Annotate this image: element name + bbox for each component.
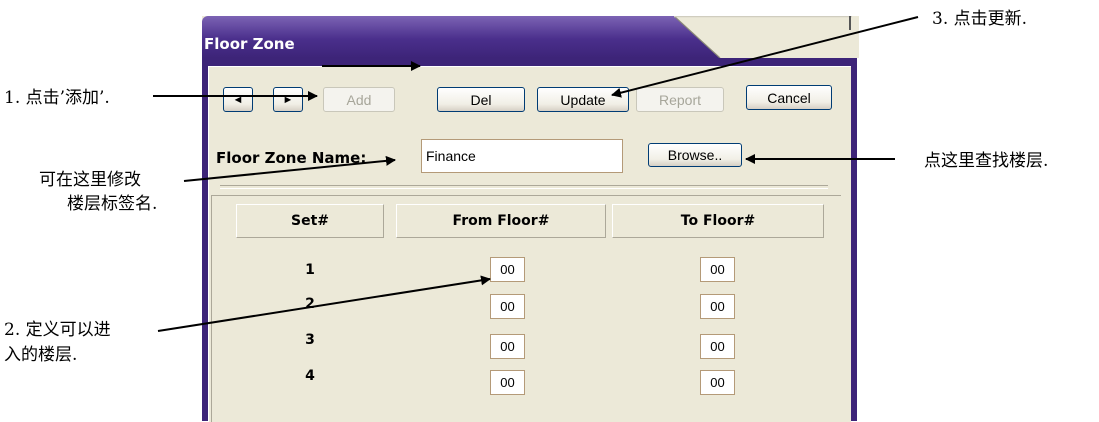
set-number: 4 xyxy=(305,368,315,384)
report-button[interactable]: Report xyxy=(636,87,724,112)
set-number: 2 xyxy=(305,296,315,312)
update-button[interactable]: Update xyxy=(537,87,629,112)
from-floor-input[interactable]: 00 xyxy=(490,294,525,319)
annotation-step2-line2: 入的楼层. xyxy=(4,345,78,365)
to-floor-input[interactable]: 00 xyxy=(700,257,735,282)
window-title: Floor Zone xyxy=(204,35,295,53)
annotation-rename-line2: 楼层标签名. xyxy=(67,194,158,214)
annotation-browse-hint: 点这里查找楼层. xyxy=(924,151,1049,171)
section-divider xyxy=(220,185,828,189)
arrow-right-icon: ► xyxy=(282,93,294,106)
browse-button[interactable]: Browse.. xyxy=(648,143,742,167)
column-header-set: Set# xyxy=(236,204,384,238)
arrow-left-icon: ◄ xyxy=(232,93,244,106)
zone-name-input[interactable]: Finance xyxy=(421,139,623,173)
from-floor-input[interactable]: 00 xyxy=(490,334,525,359)
prev-button[interactable]: ◄ xyxy=(223,87,253,112)
del-button[interactable]: Del xyxy=(437,87,525,112)
column-header-from-floor: From Floor# xyxy=(396,204,606,238)
to-floor-input[interactable]: 00 xyxy=(700,294,735,319)
annotation-rename-line1: 可在这里修改 xyxy=(39,170,141,190)
from-floor-input[interactable]: 00 xyxy=(490,257,525,282)
zone-name-label: Floor Zone Name: xyxy=(216,149,367,167)
annotation-step1: 1. 点击’添加’. xyxy=(4,88,110,108)
next-button[interactable]: ► xyxy=(273,87,303,112)
set-number: 1 xyxy=(305,262,315,278)
add-button[interactable]: Add xyxy=(323,87,395,112)
annotation-step3: 3. 点击更新. xyxy=(932,9,1028,29)
to-floor-input[interactable]: 00 xyxy=(700,370,735,395)
cancel-button[interactable]: Cancel xyxy=(746,85,832,110)
annotation-step2-line1: 2. 定义可以进 xyxy=(4,320,111,340)
column-header-to-floor: To Floor# xyxy=(612,204,824,238)
from-floor-input[interactable]: 00 xyxy=(490,370,525,395)
set-number: 3 xyxy=(305,332,315,348)
to-floor-input[interactable]: 00 xyxy=(700,334,735,359)
